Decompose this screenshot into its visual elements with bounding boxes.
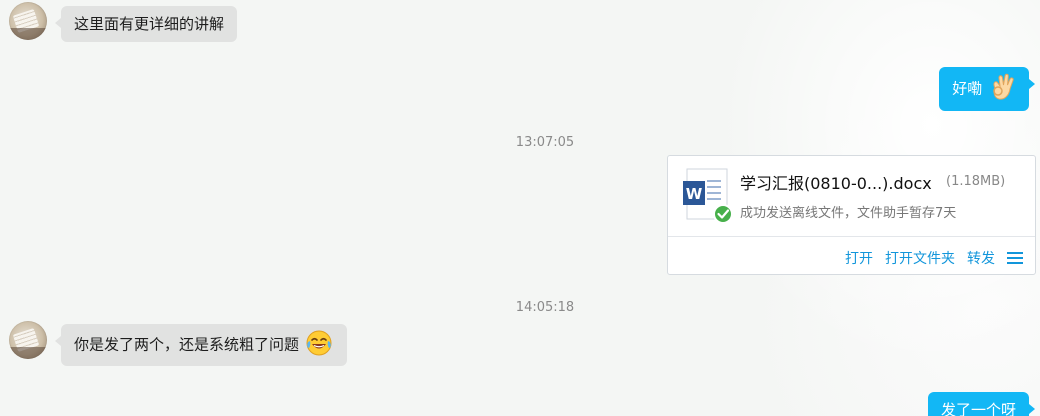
ok-hand-emoji-icon — [993, 73, 1014, 100]
message-text: 这里面有更详细的讲解 — [74, 15, 225, 33]
forward-button[interactable]: 转发 — [967, 248, 995, 268]
outgoing-message-bubble: 发了一个呀 — [927, 392, 1036, 416]
word-doc-icon: W — [683, 168, 733, 224]
hamburger-menu-icon[interactable] — [1007, 251, 1023, 265]
open-file-button[interactable]: 打开 — [845, 248, 873, 268]
open-folder-button[interactable]: 打开文件夹 — [885, 248, 955, 268]
message-text: 好嘞 — [952, 79, 983, 98]
message-text: 发了一个呀 — [940, 401, 1016, 416]
message-timestamp: 13:07:05 — [515, 135, 575, 150]
incoming-message-bubble: 这里面有更详细的讲解 — [54, 6, 238, 42]
incoming-message-bubble: 你是发了两个，还是系统粗了问题 — [55, 324, 347, 366]
file-transfer-status: 成功发送离线文件，文件助手暂存7天 — [740, 206, 957, 221]
file-info[interactable]: W 学习汇报(0810-0...).docx (1.18MB) 成功发送离线文件… — [668, 156, 1035, 236]
file-name[interactable]: 学习汇报(0810-0...).docx — [740, 170, 932, 194]
tears-of-joy-emoji-icon — [306, 330, 332, 356]
svg-text:W: W — [686, 185, 703, 203]
outgoing-message-bubble: 好嘞 — [939, 67, 1035, 111]
file-message-card[interactable]: W 学习汇报(0810-0...).docx (1.18MB) 成功发送离线文件… — [667, 155, 1036, 275]
contact-avatar[interactable] — [9, 2, 47, 40]
message-text: 你是发了两个，还是系统粗了问题 — [74, 335, 300, 354]
file-action-bar: 打开 打开文件夹 转发 — [833, 248, 1023, 268]
message-timestamp: 14:05:18 — [515, 300, 575, 315]
contact-avatar[interactable] — [9, 321, 47, 359]
file-size: (1.18MB) — [946, 174, 1006, 189]
divider — [668, 236, 1035, 237]
